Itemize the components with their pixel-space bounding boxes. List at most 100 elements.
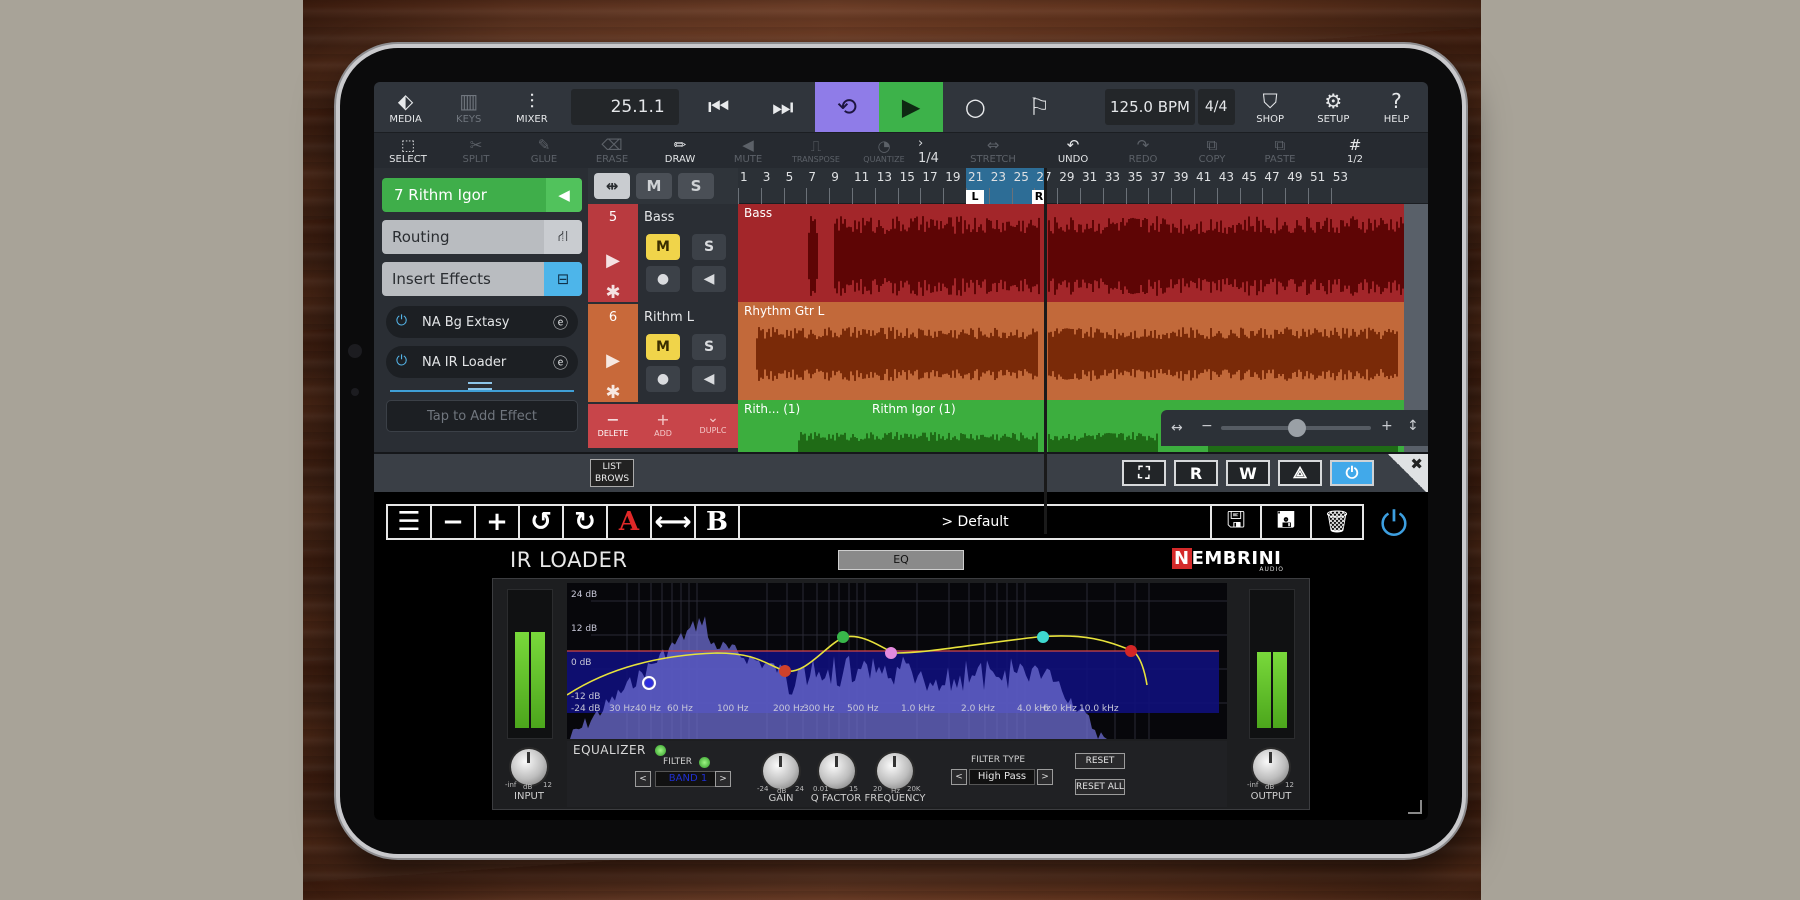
setup-button[interactable]: ⚙ SETUP — [1302, 82, 1365, 132]
shop-button[interactable]: ⛉ SHOP — [1239, 82, 1302, 132]
stretch-tool[interactable]: ⇔ STRETCH — [948, 133, 1038, 169]
record-button[interactable]: ○ — [943, 82, 1007, 132]
metronome-button[interactable]: ⚐ — [1007, 82, 1071, 132]
zoom-slider-handle[interactable] — [1288, 419, 1306, 437]
redo-button[interactable]: ↻ — [564, 506, 608, 538]
drag-handle-icon[interactable] — [468, 382, 492, 390]
input-knob[interactable] — [511, 749, 547, 785]
collapse-arrow-icon[interactable]: ◀ — [546, 178, 582, 212]
preset-name[interactable]: > Default — [740, 506, 1212, 538]
compare-a-button[interactable]: A — [608, 506, 652, 538]
next-preset-button[interactable]: + — [476, 506, 520, 538]
grid-button[interactable]: #1/2 — [1314, 133, 1396, 169]
loop-left-marker[interactable]: L — [966, 190, 984, 204]
close-plugin-button[interactable]: ✖ — [1388, 454, 1428, 494]
record-arm-button[interactable]: ● — [646, 366, 680, 392]
filter-type-selector[interactable]: High Pass — [969, 769, 1035, 785]
power-icon[interactable]: ⏻ — [396, 353, 407, 369]
time-signature[interactable]: 4/4 — [1197, 89, 1235, 125]
timeline-ruler[interactable]: 1357911131517192123252729313335373941434… — [738, 168, 1428, 204]
quantize-tool[interactable]: ◔ QUANTIZE — [850, 133, 918, 169]
plugin-bypass-button[interactable]: ⏻ — [1376, 506, 1412, 542]
playhead[interactable] — [1044, 168, 1047, 534]
track-name-button[interactable]: 7 Rithm Igor ◀ — [382, 178, 582, 212]
eq-tab[interactable]: EQ — [838, 550, 964, 570]
menu-button[interactable]: ☰ — [388, 506, 432, 538]
undo-button[interactable]: ↶ UNDO — [1038, 133, 1108, 169]
zoom-in-icon[interactable]: + — [1381, 418, 1393, 434]
keys-button[interactable]: ▥ KEYS — [437, 82, 500, 132]
draw-tool[interactable]: ✏ DRAW — [646, 133, 714, 169]
erase-tool[interactable]: ⌫ ERASE — [578, 133, 646, 169]
solo-button[interactable]: S — [692, 234, 726, 260]
add-effect-button[interactable]: Tap to Add Effect — [386, 400, 578, 432]
quantize-value[interactable]: › 1/4 — [918, 136, 948, 166]
help-button[interactable]: ? HELP — [1365, 82, 1428, 132]
filter-type-next-button[interactable]: > — [1037, 769, 1053, 785]
eq-graph[interactable]: 24 dB 12 dB 0 dB -12 dB -24 dB 30 Hz 40 Hz 60 H… — [567, 583, 1227, 739]
copy-ab-button[interactable]: ⟷ — [652, 506, 696, 538]
bpm-display[interactable]: 125.0 BPM — [1105, 89, 1195, 125]
save-button[interactable]: 🖫 — [1212, 506, 1262, 538]
transpose-tool[interactable]: ⎍ TRANSPOSE — [782, 133, 850, 169]
delete-track-button[interactable]: − DELETE — [588, 404, 638, 448]
loop-button[interactable]: ⟲ — [814, 82, 879, 132]
routing-graph-button[interactable]: ⟁ — [1278, 460, 1322, 486]
mute-button[interactable]: M — [646, 334, 680, 360]
split-tool[interactable]: ✂ SPLIT — [442, 133, 510, 169]
reset-all-button[interactable]: RESET ALL — [1075, 779, 1125, 795]
solo-button[interactable]: S — [692, 334, 726, 360]
read-automation-button[interactable]: R — [1174, 460, 1218, 486]
gain-knob[interactable] — [763, 753, 799, 789]
select-tool[interactable]: ⬚ SELECT — [374, 133, 442, 169]
play-button[interactable]: ▶ — [879, 82, 944, 132]
filter-type-prev-button[interactable]: < — [951, 769, 967, 785]
delete-preset-button[interactable]: 🗑 — [1312, 506, 1362, 538]
write-automation-button[interactable]: W — [1226, 460, 1270, 486]
drag-divider[interactable] — [390, 390, 574, 392]
equalizer-led[interactable] — [655, 745, 666, 756]
plugin-power-button[interactable]: ⏻ — [1330, 460, 1374, 486]
lane-rhythm-gtr[interactable]: Rhythm Gtr L — [738, 302, 1428, 400]
band-selector[interactable]: BAND 1 — [655, 771, 721, 787]
save-as-button[interactable]: 🖪 — [1262, 506, 1312, 538]
forward-button[interactable]: ⏭ — [751, 82, 815, 132]
copy-button[interactable]: ⧉ COPY — [1178, 133, 1246, 169]
band-prev-button[interactable]: < — [635, 771, 651, 787]
mute-tool[interactable]: ◀ MUTE — [714, 133, 782, 169]
frequency-knob[interactable] — [877, 753, 913, 789]
routing-button[interactable]: Routing ⛙ — [382, 220, 582, 254]
rewind-button[interactable]: ⏮ — [687, 82, 751, 132]
mixer-button[interactable]: ⫶ MIXER — [500, 82, 563, 132]
vertical-zoom-icon[interactable]: ↕ — [1407, 418, 1419, 434]
position-display[interactable]: 25.1.1 — [571, 89, 679, 125]
compare-b-button[interactable]: B — [696, 506, 740, 538]
edit-icon[interactable]: ⓔ — [553, 352, 568, 373]
track-row-bass[interactable]: 5 ▶ ✱ Bass M S ● ◀ — [588, 204, 738, 303]
effect-slot-1[interactable]: ⏻ NA Bg Extasy ⓔ — [386, 306, 578, 338]
paste-button[interactable]: ⧉ PASTE — [1246, 133, 1314, 169]
resize-handle[interactable] — [1408, 800, 1422, 814]
add-track-button[interactable]: + ADD — [638, 404, 688, 448]
undo-button[interactable]: ↺ — [520, 506, 564, 538]
output-knob[interactable] — [1253, 749, 1289, 785]
effect-slot-2[interactable]: ⏻ NA IR Loader ⓔ — [386, 346, 578, 378]
list-browser-button[interactable]: LIST BROWS — [590, 459, 634, 487]
mute-all-button[interactable]: M — [636, 173, 672, 199]
reset-button[interactable]: RESET — [1075, 753, 1125, 769]
q-factor-knob[interactable] — [819, 753, 855, 789]
power-icon[interactable]: ⏻ — [396, 313, 407, 329]
lane-bass[interactable]: Bass — [738, 204, 1428, 302]
previous-preset-button[interactable]: − — [432, 506, 476, 538]
edit-icon[interactable]: ⓔ — [553, 312, 568, 333]
fit-tracks-button[interactable]: ⇹ — [594, 173, 630, 199]
solo-all-button[interactable]: S — [678, 173, 714, 199]
monitor-button[interactable]: ◀ — [692, 366, 726, 392]
play-icon[interactable]: ▶ — [588, 245, 638, 277]
fullscreen-button[interactable]: ⛶ — [1122, 460, 1166, 486]
redo-button[interactable]: ↷ REDO — [1108, 133, 1178, 169]
band-next-button[interactable]: > — [715, 771, 731, 787]
zoom-out-icon[interactable]: − — [1201, 418, 1213, 434]
monitor-button[interactable]: ◀ — [692, 266, 726, 292]
filter-led[interactable] — [699, 757, 710, 768]
